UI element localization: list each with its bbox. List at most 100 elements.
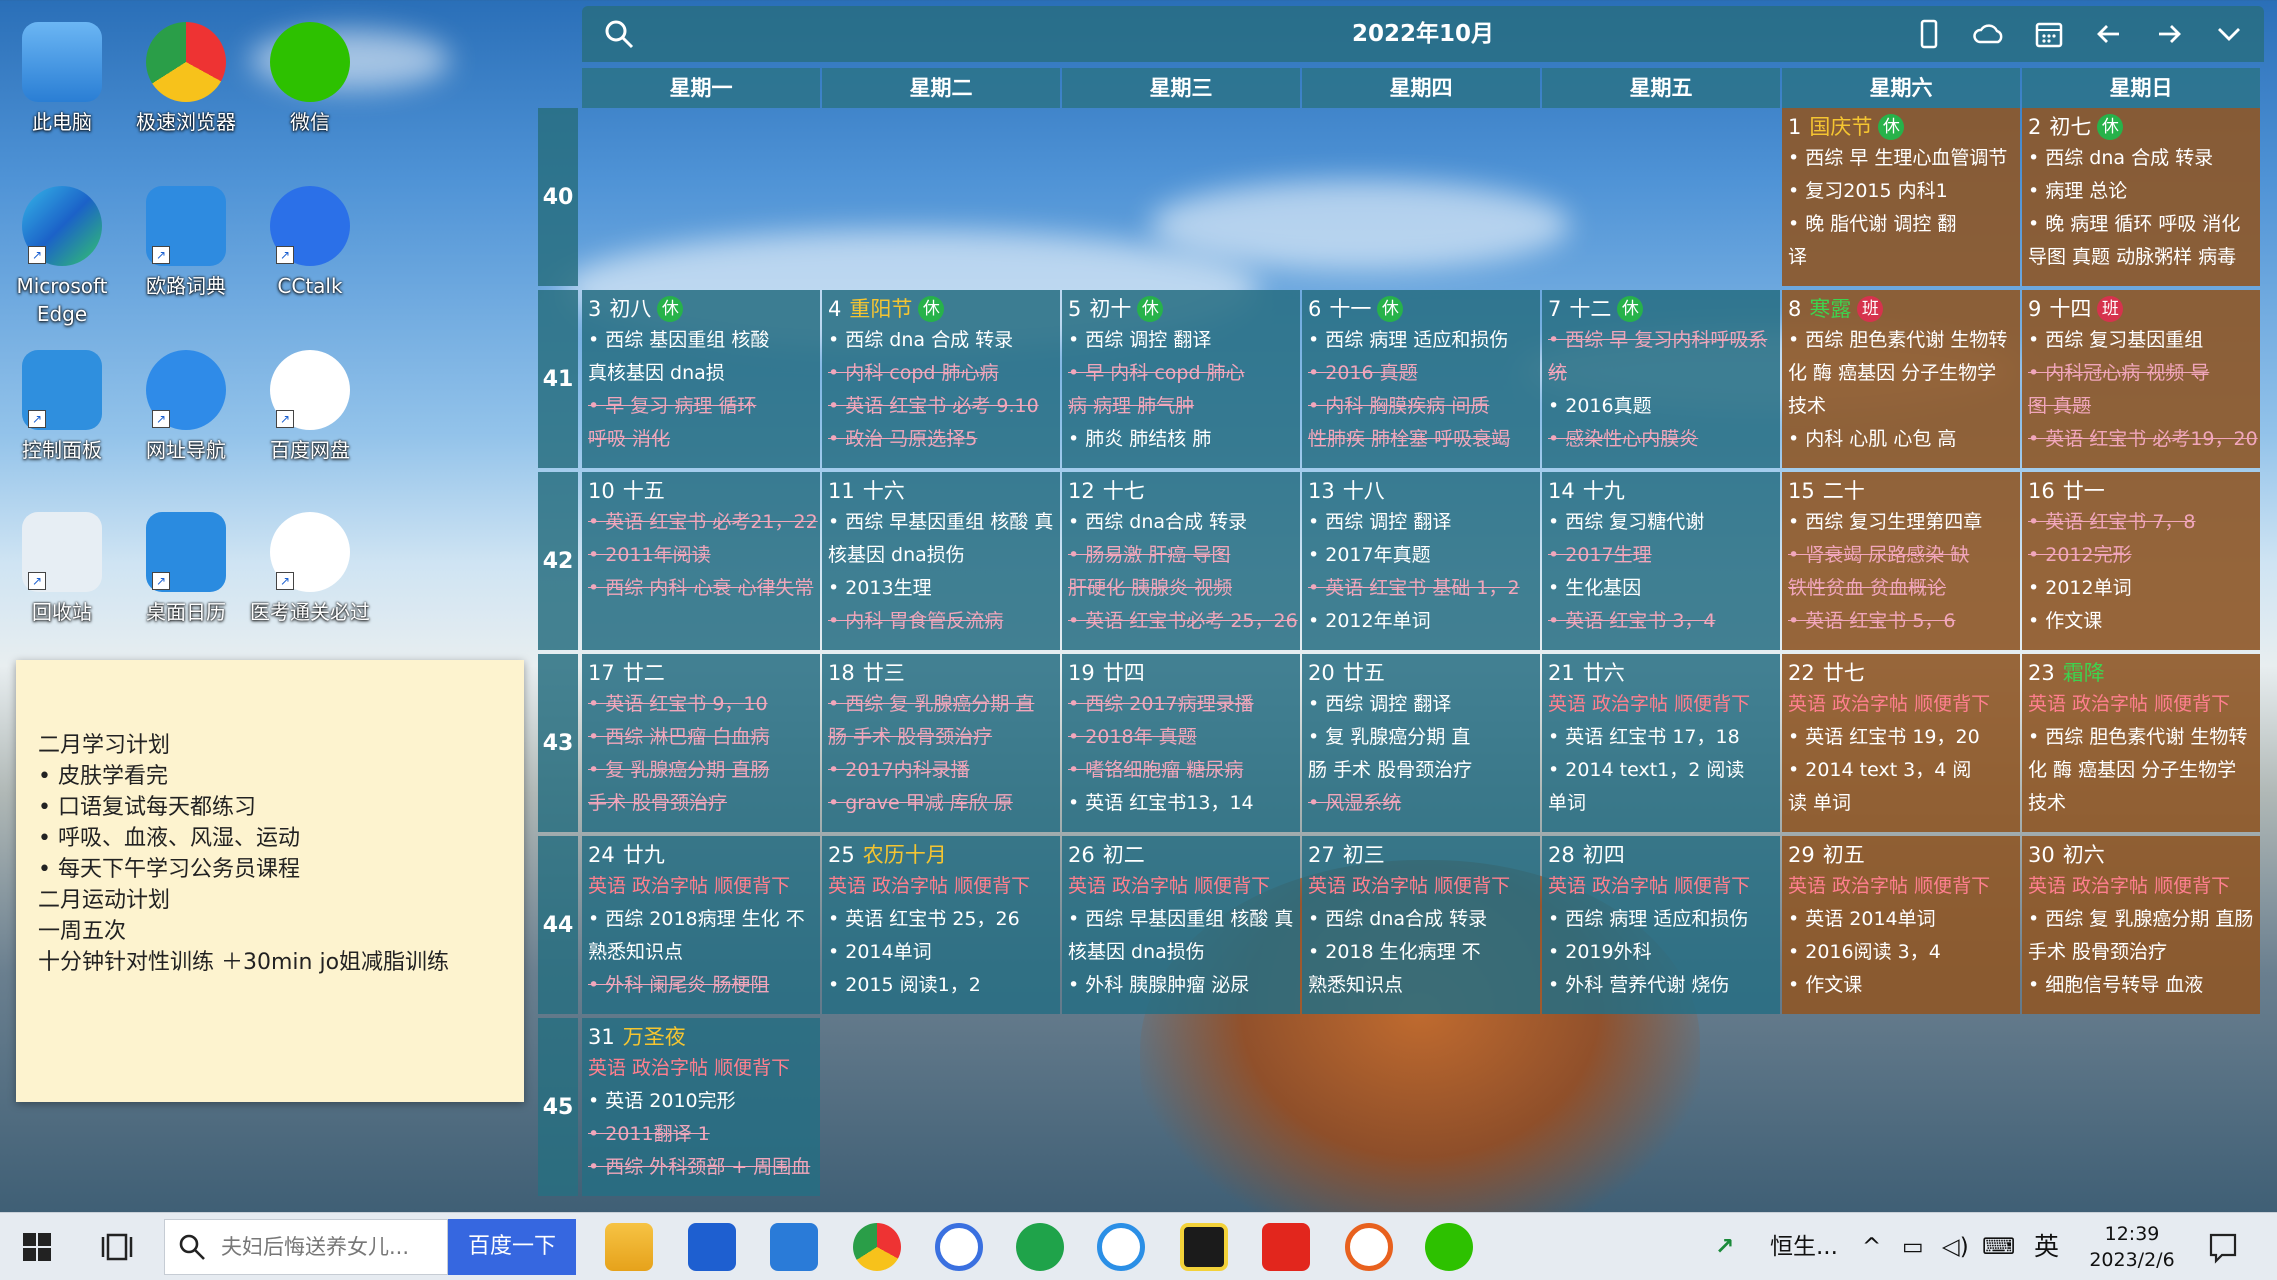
desktop-icon[interactable]: ↗ CCtalk: [248, 172, 372, 322]
desktop-icon[interactable]: 此电脑: [0, 8, 124, 158]
todo-item[interactable]: • 西综 淋巴瘤 白血病: [588, 721, 814, 754]
todo-item[interactable]: 呼吸 消化: [588, 423, 814, 456]
task-view-icon[interactable]: [100, 1213, 142, 1280]
todo-item[interactable]: • 英语 红宝书 7，8: [2028, 506, 2254, 539]
taskbar-search[interactable]: 夫妇后悔送养女儿...: [164, 1219, 448, 1275]
todo-item[interactable]: • 英语 红宝书 必考19，20: [2028, 423, 2258, 456]
todo-item[interactable]: 真核基因 dna损: [588, 357, 814, 390]
chevron-down-icon[interactable]: [2212, 18, 2246, 52]
day-cell[interactable]: 12 十七 • 西综 dna合成 转录 • 肠易激 肝癌 导图 肝硬化 胰腺炎 视频 • …: [1062, 472, 1300, 650]
day-cell[interactable]: 28 初四 英语 政治字帖 顺便背下 • 西综 病理 适应和损伤 • 2019外科 • 外…: [1542, 836, 1780, 1014]
link-app-icon[interactable]: [1016, 1223, 1064, 1271]
day-cell[interactable]: 20 廿五 • 西综 调控 翻译 • 复 乳腺癌分期 直肠 手术 股骨颈治疗 • 风湿系…: [1302, 654, 1540, 832]
ime-indicator[interactable]: 英: [2034, 1213, 2059, 1280]
day-cell[interactable]: 1 国庆节休 • 西综 早 生理心血管调节 • 复习2015 内科1 • 晚 脂代谢 调…: [1782, 108, 2020, 286]
todo-item[interactable]: 英语 政治字帖 顺便背下: [1068, 870, 1294, 903]
todo-item[interactable]: • 肺炎 肺结核 肺: [1068, 423, 1294, 456]
day-cell[interactable]: 23 霜降 英语 政治字帖 顺便背下 • 西综 胆色素代谢 生物转化 酶 癌基因 分子…: [2022, 654, 2260, 832]
wps-icon[interactable]: [1262, 1223, 1310, 1271]
todo-item[interactable]: • 外科 阑尾炎 肠梗阻: [588, 969, 814, 1002]
day-cell[interactable]: 25 农历十月 英语 政治字帖 顺便背下 • 英语 红宝书 25，26 • 2014单词…: [822, 836, 1060, 1014]
todo-item[interactable]: • 生化基因: [1548, 572, 1774, 605]
desktop-icon[interactable]: ↗ 百度网盘: [248, 336, 372, 486]
todo-item[interactable]: 英语 政治字帖 顺便背下: [588, 1052, 814, 1085]
todo-item[interactable]: • 2017内科录播: [828, 754, 1054, 787]
todo-item[interactable]: • 英语 红宝书 3，4: [1548, 605, 1774, 638]
todo-item[interactable]: 手术 股骨颈治疗: [2028, 936, 2254, 969]
todo-item[interactable]: • 内科 copd 肺心病: [828, 357, 1054, 390]
todo-item[interactable]: • 政治 马原选择5: [828, 423, 1054, 456]
day-cell[interactable]: 22 廿七 英语 政治字帖 顺便背下 • 英语 红宝书 19，20 • 2014 tex…: [1782, 654, 2020, 832]
todo-item[interactable]: • 西综 早 复习内科呼吸系: [1548, 324, 1774, 357]
todo-item[interactable]: 性肺疾 肺栓塞 呼吸衰竭: [1308, 423, 1534, 456]
cctalk-taskbar-icon[interactable]: [935, 1223, 983, 1271]
day-cell[interactable]: 3 初八休 • 西综 基因重组 核酸 真核基因 dna损 • 早 复习 病理 循环 呼吸 …: [582, 290, 820, 468]
todo-item[interactable]: • 早 内科 copd 肺心: [1068, 357, 1294, 390]
day-cell[interactable]: 31 万圣夜 英语 政治字帖 顺便背下 • 英语 2010完形 • 2011翻译 1 • …: [582, 1018, 820, 1196]
day-cell[interactable]: 29 初五 英语 政治字帖 顺便背下 • 英语 2014单词 • 2016阅读 3，4 •…: [1782, 836, 2020, 1014]
todo-item[interactable]: • 西综 复习糖代谢: [1548, 506, 1774, 539]
todo-item[interactable]: • 2014单词: [828, 936, 1054, 969]
todo-item[interactable]: • 2013生理: [828, 572, 1054, 605]
todo-item[interactable]: 核基因 dna损伤: [1068, 936, 1294, 969]
day-cell[interactable]: 14 十九 • 西综 复习糖代谢 • 2017生理 • 生化基因 • 英语 红宝书 3，4: [1542, 472, 1780, 650]
todo-item[interactable]: 铁性贫血 贫血概论: [1788, 572, 2014, 605]
todo-item[interactable]: 英语 政治字帖 顺便背下: [2028, 688, 2254, 721]
day-cell[interactable]: 27 初三 英语 政治字帖 顺便背下 • 西综 dna合成 转录 • 2018 生化病理…: [1302, 836, 1540, 1014]
todo-item[interactable]: 英语 政治字帖 顺便背下: [1308, 870, 1534, 903]
todo-item[interactable]: • 2012年单词: [1308, 605, 1534, 638]
todo-item[interactable]: • 英语 红宝书 25，26: [828, 903, 1054, 936]
todo-item[interactable]: 英语 政治字帖 顺便背下: [588, 870, 814, 903]
desktop-icon[interactable]: ↗ Microsoft Edge: [0, 172, 124, 326]
desktop-icon[interactable]: ↗ 欧路词典: [124, 172, 248, 322]
todo-item[interactable]: • grave 甲减 库欣 原: [828, 787, 1054, 820]
todo-item[interactable]: • 西综 调控 翻译: [1308, 506, 1534, 539]
todo-item[interactable]: • 西综 基因重组 核酸: [588, 324, 814, 357]
windows-start-icon[interactable]: [20, 1213, 62, 1280]
todo-item[interactable]: • 复习2015 内科1: [1788, 175, 2014, 208]
desktop-icon[interactable]: 极速浏览器: [124, 8, 248, 158]
todo-item[interactable]: • 西综 外科颈部 + 周围血: [588, 1151, 814, 1184]
todo-item[interactable]: • 外科 营养代谢 烧伤: [1548, 969, 1774, 1002]
todo-item[interactable]: 肝硬化 胰腺炎 视频: [1068, 572, 1294, 605]
todo-item[interactable]: • 细胞信号转导 血液: [2028, 969, 2254, 1002]
todo-item[interactable]: • 作文课: [2028, 605, 2254, 638]
day-cell[interactable]: 10 十五 • 英语 红宝书 必考21，22 • 2011年阅读 • 西综 内科 心衰 …: [582, 472, 820, 650]
todo-item[interactable]: 病 病理 肺气肿: [1068, 390, 1294, 423]
todo-item[interactable]: • 2014 text1，2 阅读: [1548, 754, 1774, 787]
todo-item[interactable]: • 复 乳腺癌分期 直: [1308, 721, 1534, 754]
sticky-note[interactable]: 二月学习计划 • 皮肤学看完 • 口语复试每天都练习 • 呼吸、血液、风湿、运动…: [16, 660, 524, 1102]
keyboard-icon[interactable]: ⌨: [1982, 1213, 2015, 1280]
cloud-icon[interactable]: [1972, 18, 2006, 52]
day-cell[interactable]: 9 十四班 • 西综 复习基因重组 • 内科冠心病 视频 导图 真题 • 英语 红宝书 …: [2022, 290, 2260, 468]
todo-item[interactable]: • 嗜铬细胞瘤 糖尿病: [1068, 754, 1294, 787]
todo-item[interactable]: • 2011翻译 1: [588, 1118, 814, 1151]
desktop-icon[interactable]: ↗ 医考通关必过: [248, 498, 372, 648]
todo-item[interactable]: • 早 复习 病理 循环: [588, 390, 814, 423]
todo-item[interactable]: • 外科 胰腺肿瘤 泌尿: [1068, 969, 1294, 1002]
chevron-up-icon[interactable]: ^: [1862, 1213, 1881, 1280]
day-cell[interactable]: 6 十一休 • 西综 病理 适应和损伤 • 2016 真题 • 内科 胸膜疾病 间质 性肺…: [1302, 290, 1540, 468]
day-cell[interactable]: 2 初七休 • 西综 dna 合成 转录 • 病理 总论 • 晚 病理 循环 呼吸 消化…: [2022, 108, 2260, 286]
todo-item[interactable]: • 西综 2018病理 生化 不: [588, 903, 814, 936]
todo-item[interactable]: 英语 政治字帖 顺便背下: [828, 870, 1054, 903]
todo-item[interactable]: • 2015 阅读1，2: [828, 969, 1054, 1002]
day-cell[interactable]: 24 廿九 英语 政治字帖 顺便背下 • 西综 2018病理 生化 不熟悉知识点 • 外…: [582, 836, 820, 1014]
todo-item[interactable]: • 内科 胃食管反流病: [828, 605, 1054, 638]
todo-item[interactable]: • 英语 2014单词: [1788, 903, 2014, 936]
todo-item[interactable]: • 2019外科: [1548, 936, 1774, 969]
todo-item[interactable]: • 西综 内科 心衰 心律失常: [588, 572, 814, 605]
todo-item[interactable]: 技术: [1788, 390, 2014, 423]
baidu-disk-taskbar-icon[interactable]: [1097, 1223, 1145, 1271]
todo-item[interactable]: 英语 政治字帖 顺便背下: [1788, 870, 2014, 903]
todo-item[interactable]: • 晚 脂代谢 调控 翻: [1788, 208, 2014, 241]
todo-item[interactable]: • 西综 调控 翻译: [1068, 324, 1294, 357]
todo-item[interactable]: • 西综 早 生理心血管调节: [1788, 142, 2014, 175]
todo-item[interactable]: 读 单词: [1788, 787, 2014, 820]
todo-item[interactable]: • 西综 复 乳腺癌分期 直肠: [2028, 903, 2254, 936]
todo-item[interactable]: 英语 政治字帖 顺便背下: [1548, 870, 1774, 903]
day-cell[interactable]: 13 十八 • 西综 调控 翻译 • 2017年真题 • 英语 红宝书 基础 1，2 • …: [1302, 472, 1540, 650]
day-cell[interactable]: 11 十六 • 西综 早基因重组 核酸 真核基因 dna损伤 • 2013生理 • 内科…: [822, 472, 1060, 650]
todo-item[interactable]: • 2017年真题: [1308, 539, 1534, 572]
todo-item[interactable]: • 2018 生化病理 不: [1308, 936, 1534, 969]
